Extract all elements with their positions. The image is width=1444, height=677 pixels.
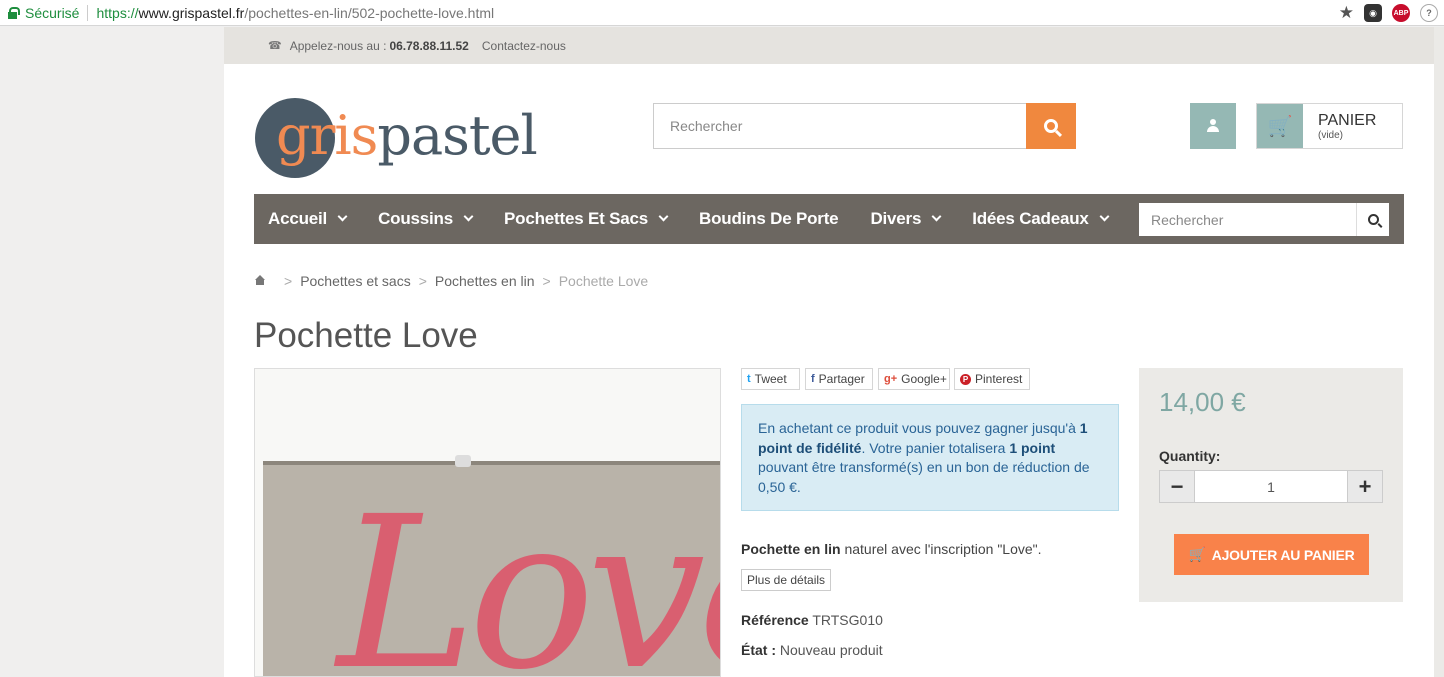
product-image[interactable]: Love [254,368,721,677]
cart-label: PANIER [1318,112,1377,129]
nav-item-boudins[interactable]: Boudins De Porte [699,209,839,229]
chevron-down-icon [337,211,348,222]
secure-label: Sécurisé [25,4,80,21]
chevron-down-icon [463,211,474,222]
breadcrumb-item[interactable]: Pochettes et sacs [300,273,411,289]
nav-item-pochettes[interactable]: Pochettes Et Sacs [504,209,669,229]
page-background-left [0,27,224,677]
google-plus-icon: g+ [884,373,898,385]
divider [87,4,89,21]
quantity-label: Quantity: [1159,448,1221,464]
twitter-icon: t [747,373,751,385]
cart-button[interactable]: 🛒 PANIER (vide) [1256,103,1403,149]
account-button[interactable] [1190,103,1236,149]
breadcrumb-item[interactable]: Pochettes en lin [435,273,535,289]
search-icon [1044,119,1058,133]
url-text[interactable]: https://www.grispastel.fr/pochettes-en-l… [96,5,494,21]
phone-icon: ☎ [268,40,282,52]
product-condition: État : Nouveau produit [741,642,883,658]
add-to-cart-button[interactable]: 🛒 AJOUTER AU PANIER [1174,534,1369,575]
site-logo[interactable]: grispastel [276,98,538,174]
nav-item-accueil[interactable]: Accueil [268,209,348,229]
top-info-bar: ☎ Appelez-nous au : 06.78.88.11.52 Conta… [224,27,1434,64]
nav-item-coussins[interactable]: Coussins [378,209,474,229]
adblock-extension-icon[interactable]: ABP [1392,4,1410,22]
search-icon [1367,214,1379,225]
page-background-right [1434,27,1444,677]
facebook-share-button[interactable]: f Partager [805,368,873,390]
lock-icon [8,6,20,19]
chevron-down-icon [1099,211,1110,222]
phone-number: 06.78.88.11.52 [389,38,469,53]
product-price: 14,00 € [1159,387,1246,417]
browser-address-bar[interactable]: Sécurisé https://www.grispastel.fr/poche… [0,0,1444,26]
product-short-description: Pochette en lin naturel avec l'inscripti… [741,541,1042,557]
facebook-icon: f [811,373,815,385]
user-icon [1206,119,1220,133]
tweet-button[interactable]: t Tweet [741,368,800,390]
extension-icon[interactable]: ? [1420,4,1438,22]
ghostery-extension-icon[interactable]: ◉ [1364,4,1382,22]
header-search-input[interactable]: Rechercher [653,103,1026,149]
pouch-zipper [263,461,720,465]
breadcrumb: > Pochettes et sacs > Pochettes en lin >… [254,273,648,289]
nav-item-idees-cadeaux[interactable]: Idées Cadeaux [972,209,1110,229]
page-title: Pochette Love [254,316,478,355]
contact-link[interactable]: Contactez-nous [482,39,566,53]
pinterest-icon: P [960,373,971,385]
zipper-pull [455,455,471,467]
nav-search-input[interactable]: Rechercher [1139,203,1356,236]
pinterest-button[interactable]: P Pinterest [954,368,1030,390]
cart-icon: 🛒 [1257,104,1303,148]
cart-icon: 🛒 [1188,546,1206,562]
pouch-inscription: Love [337,471,720,677]
google-plus-button[interactable]: g+ Google+ [878,368,950,390]
chevron-down-icon [658,211,669,222]
quantity-input[interactable]: 1 [1195,470,1347,503]
quantity-increase-button[interactable]: + [1347,470,1383,503]
bookmark-star-icon[interactable]: ★ [1339,3,1354,23]
header-search-button[interactable] [1026,103,1076,149]
home-icon[interactable] [254,274,266,286]
product-reference: Référence TRTSG010 [741,612,883,628]
loyalty-info-box: En achetant ce produit vous pouvez gagne… [741,404,1119,511]
more-details-button[interactable]: Plus de détails [741,569,832,591]
cart-status: (vide) [1318,130,1344,141]
call-label: Appelez-nous au : [289,38,387,53]
nav-search-button[interactable] [1356,203,1389,236]
chevron-down-icon [931,211,942,222]
breadcrumb-current: Pochette Love [558,273,649,289]
quantity-decrease-button[interactable]: − [1159,470,1195,503]
nav-item-divers[interactable]: Divers [870,209,942,229]
